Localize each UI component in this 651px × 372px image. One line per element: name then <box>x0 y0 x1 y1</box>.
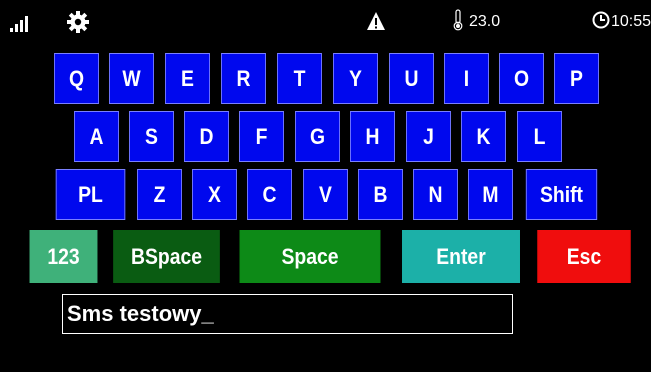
key-f[interactable]: F <box>239 111 284 162</box>
key-shift[interactable]: Shift <box>525 169 598 220</box>
key-h[interactable]: H <box>350 111 395 162</box>
key-j[interactable]: J <box>406 111 451 162</box>
key-123[interactable]: 123 <box>29 230 98 283</box>
key-v[interactable]: V <box>303 169 348 220</box>
status-bar: 23.0 10:55 <box>0 0 651 40</box>
key-d[interactable]: D <box>184 111 229 162</box>
gear-icon[interactable] <box>66 10 90 34</box>
key-o[interactable]: O <box>499 53 544 104</box>
key-c[interactable]: C <box>247 169 292 220</box>
key-bspace[interactable]: BSpace <box>113 230 220 283</box>
key-r[interactable]: R <box>221 53 266 104</box>
key-p[interactable]: P <box>554 53 599 104</box>
key-x[interactable]: X <box>192 169 237 220</box>
temperature-readout: 23.0 <box>469 13 501 30</box>
key-k[interactable]: K <box>461 111 506 162</box>
key-b[interactable]: B <box>358 169 403 220</box>
key-e[interactable]: E <box>165 53 210 104</box>
key-w[interactable]: W <box>109 53 154 104</box>
key-z[interactable]: Z <box>137 169 182 220</box>
clock-icon <box>592 11 610 29</box>
warning-icon <box>367 12 385 30</box>
key-enter[interactable]: Enter <box>402 230 520 283</box>
key-y[interactable]: Y <box>333 53 378 104</box>
key-pl[interactable]: PL <box>55 169 126 220</box>
key-m[interactable]: M <box>468 169 513 220</box>
key-i[interactable]: I <box>444 53 489 104</box>
key-t[interactable]: T <box>277 53 322 104</box>
keyboard-screen: 23.0 10:55 Q W E R T Y U I O P A S D F G… <box>0 0 651 372</box>
signal-icon <box>10 16 30 32</box>
key-u[interactable]: U <box>389 53 434 104</box>
key-esc[interactable]: Esc <box>537 230 631 283</box>
key-q[interactable]: Q <box>54 53 99 104</box>
sms-text-field[interactable]: Sms testowy_ <box>62 294 513 334</box>
clock-readout: 10:55 <box>611 13 651 30</box>
key-l[interactable]: L <box>517 111 562 162</box>
key-s[interactable]: S <box>129 111 174 162</box>
key-g[interactable]: G <box>295 111 340 162</box>
thermometer-icon <box>453 9 463 31</box>
key-n[interactable]: N <box>413 169 458 220</box>
key-a[interactable]: A <box>74 111 119 162</box>
key-space[interactable]: Space <box>239 230 381 283</box>
